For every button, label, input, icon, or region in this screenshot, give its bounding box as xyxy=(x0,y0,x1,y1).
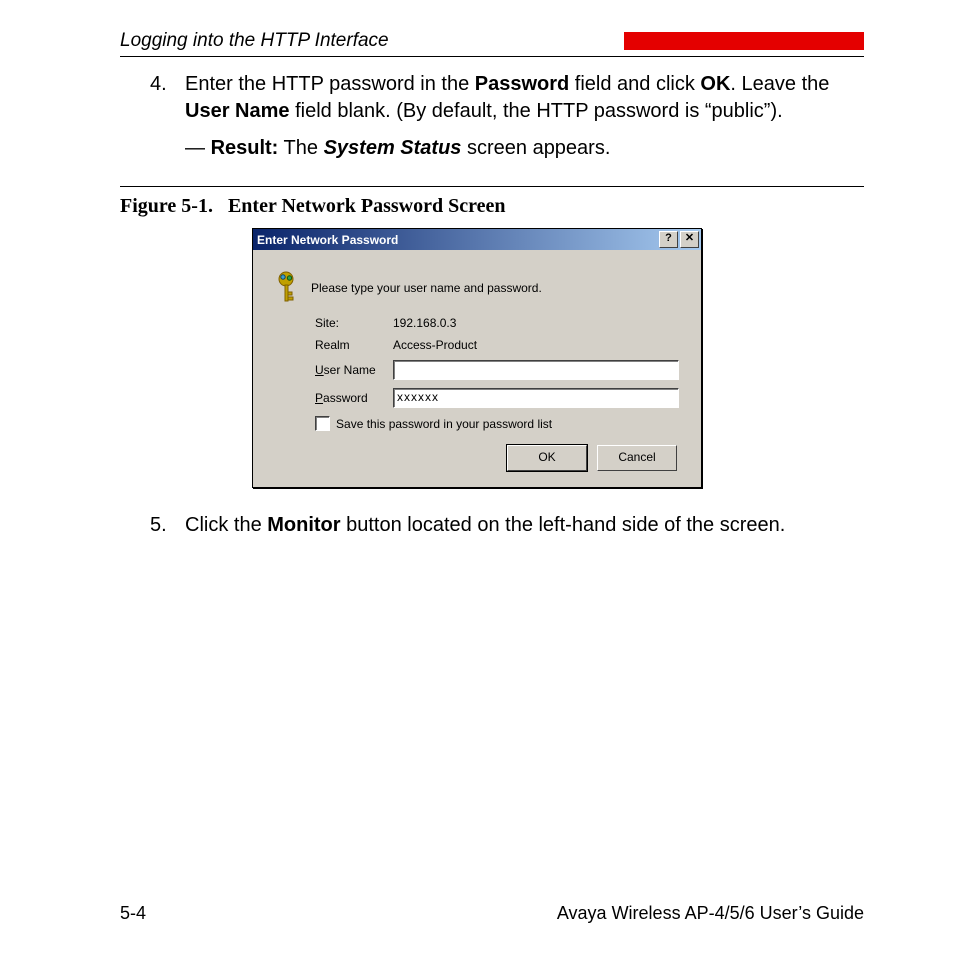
key-icon xyxy=(275,270,311,306)
close-button[interactable]: ✕ xyxy=(680,231,699,248)
text: field and click xyxy=(569,73,700,95)
mnemonic: U xyxy=(315,363,324,377)
username-label: User Name xyxy=(315,363,393,377)
cancel-button[interactable]: Cancel xyxy=(597,445,677,471)
site-label: Site: xyxy=(315,316,393,330)
figure-title: Enter Network Password Screen xyxy=(228,195,506,217)
text: Click the xyxy=(185,514,267,536)
text: screen appears. xyxy=(461,137,610,159)
header-accent-bar xyxy=(624,32,864,50)
figure-number: Figure 5-1. xyxy=(120,195,213,217)
book-title: Avaya Wireless AP-4/5/6 User’s Guide xyxy=(557,903,864,924)
result-label: Result: xyxy=(211,137,279,159)
step-number: 4. xyxy=(150,71,185,125)
bold-ok: OK xyxy=(700,73,730,95)
emph-system-status: System Status xyxy=(324,137,462,159)
realm-label: Realm xyxy=(315,338,393,352)
step-body: Enter the HTTP password in the Password … xyxy=(185,71,864,125)
password-label: Password xyxy=(315,391,393,405)
realm-value: Access-Product xyxy=(393,338,477,352)
ok-button[interactable]: OK xyxy=(507,445,587,471)
text: Enter the HTTP password in the xyxy=(185,73,475,95)
password-input[interactable]: xxxxxx xyxy=(393,388,679,408)
site-value: 192.168.0.3 xyxy=(393,316,456,330)
username-input[interactable] xyxy=(393,360,679,380)
step-number: 5. xyxy=(150,512,185,539)
bold-username: User Name xyxy=(185,100,290,122)
mnemonic: P xyxy=(315,391,323,405)
dash: — xyxy=(185,137,211,159)
save-password-label: Save this password in your password list xyxy=(336,417,552,431)
text: field blank. (By default, the HTTP passw… xyxy=(290,100,783,122)
page-footer: 5-4 Avaya Wireless AP-4/5/6 User’s Guide xyxy=(0,903,954,924)
text: . Leave the xyxy=(730,73,829,95)
help-button[interactable]: ? xyxy=(659,231,678,248)
dialog-title: Enter Network Password xyxy=(257,233,398,247)
step-4-result: — Result: The System Status screen appea… xyxy=(185,135,864,162)
figure-rule xyxy=(120,186,864,187)
bold-monitor: Monitor xyxy=(267,514,340,536)
bold-password: Password xyxy=(475,73,569,95)
mnemonic: S xyxy=(336,417,344,431)
figure-caption: Figure 5-1. Enter Network Password Scree… xyxy=(120,195,864,218)
step-4: 4. Enter the HTTP password in the Passwo… xyxy=(150,71,864,125)
enter-network-password-dialog: Enter Network Password ? ✕ xyxy=(252,228,702,488)
header-rule xyxy=(120,56,864,57)
step-5: 5. Click the Monitor button located on t… xyxy=(150,512,864,539)
save-password-checkbox[interactable] xyxy=(315,416,330,431)
text: The xyxy=(278,137,323,159)
text: button located on the left-hand side of … xyxy=(341,514,786,536)
page-number: 5-4 xyxy=(120,903,557,924)
step-body: Click the Monitor button located on the … xyxy=(185,512,864,539)
dialog-titlebar: Enter Network Password ? ✕ xyxy=(253,229,701,250)
page-header: Logging into the HTTP Interface xyxy=(120,30,624,52)
dialog-prompt: Please type your user name and password. xyxy=(311,281,542,295)
